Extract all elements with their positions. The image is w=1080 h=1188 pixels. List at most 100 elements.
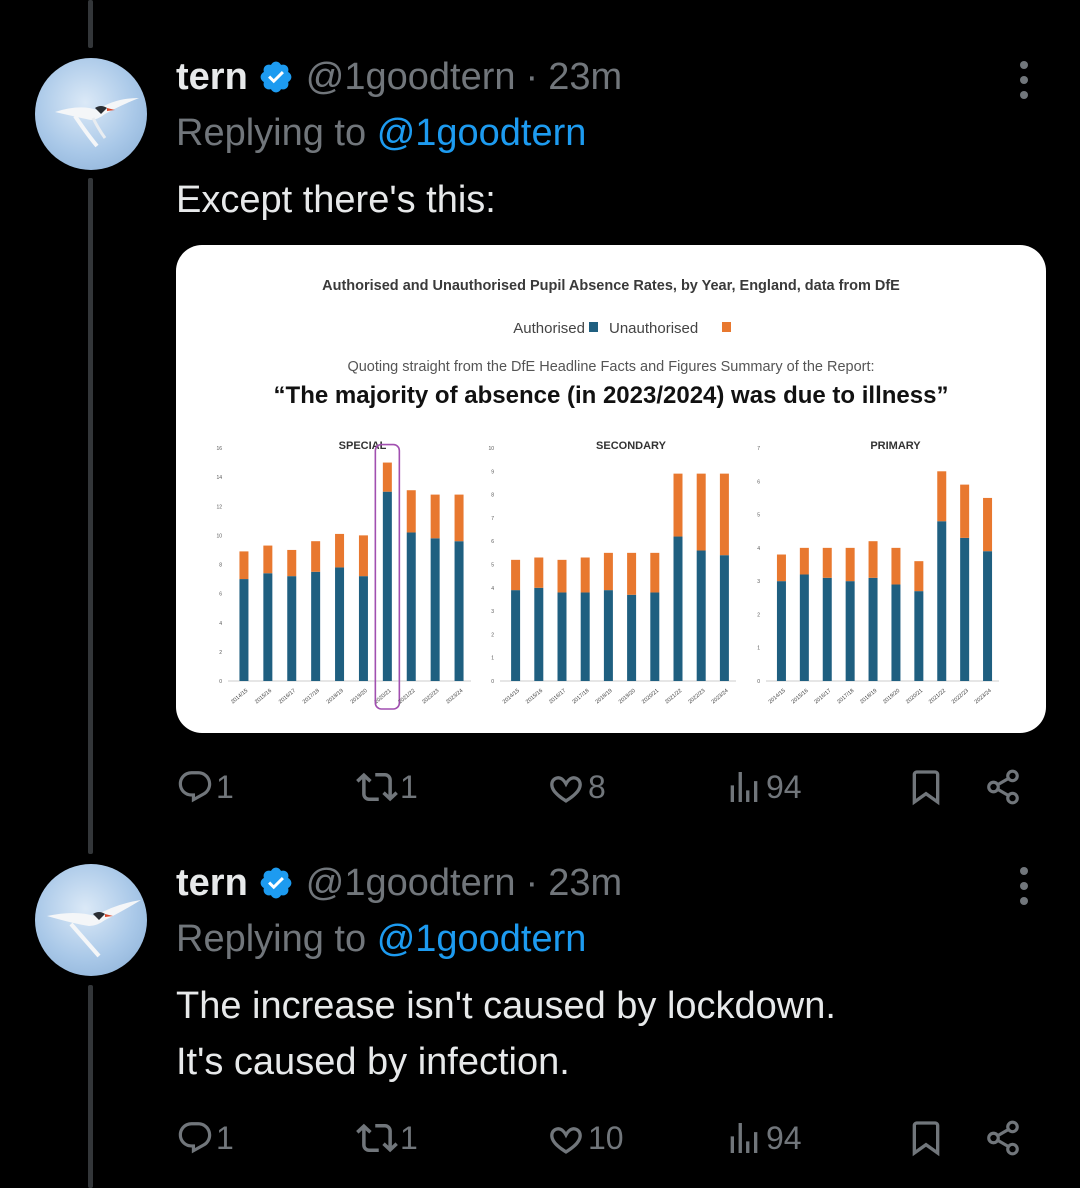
x-tick-label: 2015/16: [254, 688, 273, 705]
x-tick-label: 2015/16: [525, 688, 544, 705]
more-options-icon[interactable]: [1008, 864, 1040, 908]
bar-unauthorised: [822, 547, 832, 578]
bar-authorised: [454, 541, 464, 681]
tweet-header: tern @1goodtern · 23m: [176, 858, 622, 908]
views-button[interactable]: 94: [724, 1113, 802, 1163]
x-tick-label: 2017/18: [302, 688, 321, 705]
handle[interactable]: @1goodtern: [306, 862, 516, 905]
y-tick-label: 2: [219, 650, 222, 656]
x-tick-label: 2018/19: [326, 688, 345, 705]
avatar[interactable]: [35, 864, 147, 976]
thread-line-bottom: [88, 985, 93, 1188]
handle[interactable]: @1goodtern: [306, 56, 516, 99]
reply-button[interactable]: 1: [176, 1113, 234, 1163]
bar-unauthorised: [263, 545, 273, 574]
bar-authorised: [822, 577, 832, 681]
bar-unauthorised: [580, 557, 590, 593]
legend-authorised-swatch: [589, 322, 598, 332]
reply-button[interactable]: 1: [176, 762, 234, 812]
display-name[interactable]: tern: [176, 56, 248, 99]
bar-unauthorised: [534, 557, 544, 588]
replying-prefix: Replying to: [176, 918, 367, 960]
x-tick-label: 2017/18: [836, 688, 855, 705]
repost-count: 1: [400, 768, 418, 805]
bar-authorised: [263, 573, 273, 681]
share-button[interactable]: [984, 762, 1022, 812]
views-button[interactable]: 94: [724, 762, 802, 812]
bar-authorised: [627, 594, 637, 681]
bar-authorised: [287, 576, 297, 681]
x-tick-label: 2014/15: [502, 688, 521, 705]
y-tick-label: 8: [219, 563, 222, 569]
timestamp[interactable]: 23m: [548, 56, 622, 99]
x-tick-label: 2020/21: [641, 688, 660, 705]
more-options-icon[interactable]: [1008, 58, 1040, 102]
like-button[interactable]: 8: [546, 762, 606, 812]
display-name[interactable]: tern: [176, 862, 248, 905]
tweet-text-line: It's caused by infection.: [176, 1041, 570, 1083]
legend-unauthorised-label: Unauthorised: [609, 320, 698, 337]
bar-unauthorised: [454, 494, 464, 542]
repost-icon: [356, 772, 398, 802]
y-tick-label: 12: [216, 504, 222, 510]
x-tick-label: 2022/23: [951, 688, 970, 705]
y-tick-label: 0: [757, 679, 760, 685]
bookmark-icon: [912, 1121, 940, 1157]
timestamp[interactable]: 23m: [548, 862, 622, 905]
bar-authorised: [673, 536, 683, 681]
bar-unauthorised: [430, 494, 440, 539]
thread-line-top: [88, 0, 93, 48]
share-button[interactable]: [984, 1113, 1022, 1163]
y-tick-label: 0: [491, 679, 494, 685]
bar-unauthorised: [311, 541, 321, 572]
bar-authorised: [983, 551, 993, 681]
x-tick-label: 2016/17: [813, 688, 832, 705]
like-count: 8: [588, 768, 606, 805]
replying-prefix: Replying to: [176, 112, 367, 154]
mention-link[interactable]: @1goodtern: [377, 112, 587, 154]
bar-unauthorised: [799, 547, 809, 575]
y-tick-label: 8: [491, 493, 494, 499]
avatar[interactable]: [35, 58, 147, 170]
mention-link[interactable]: @1goodtern: [377, 918, 587, 960]
x-tick-label: 2016/17: [278, 688, 297, 705]
quote-intro: Quoting straight from the DfE Headline F…: [347, 359, 874, 375]
x-tick-label: 2015/16: [791, 688, 810, 705]
reply-icon: [178, 1122, 212, 1154]
bar-unauthorised: [650, 552, 660, 593]
bar-authorised: [511, 590, 521, 681]
media-image[interactable]: Authorised and Unauthorised Pupil Absenc…: [176, 245, 1046, 733]
repost-button[interactable]: 1: [356, 1113, 418, 1163]
like-count: 10: [588, 1119, 624, 1156]
y-tick-label: 4: [757, 546, 760, 552]
y-tick-label: 4: [491, 586, 494, 592]
bookmark-button[interactable]: [906, 762, 946, 812]
reply-count: 1: [216, 1119, 234, 1156]
tweet-text: Except there's this:: [176, 172, 1036, 228]
y-tick-label: 16: [216, 446, 222, 452]
x-tick-label: 2020/21: [374, 688, 393, 705]
bar-authorised: [358, 576, 368, 681]
quote-text: “The majority of absence (in 2023/2024) …: [274, 382, 949, 409]
x-tick-label: 2018/19: [595, 688, 614, 705]
y-tick-label: 6: [757, 479, 760, 485]
views-chart-icon: [730, 772, 758, 802]
bar-unauthorised: [673, 473, 683, 537]
x-tick-label: 2023/24: [445, 688, 464, 705]
x-tick-label: 2018/19: [859, 688, 878, 705]
bar-authorised: [239, 579, 249, 681]
heart-icon: [550, 776, 582, 803]
panel-title: SPECIAL: [339, 440, 387, 452]
like-button[interactable]: 10: [546, 1113, 624, 1163]
repost-button[interactable]: 1: [356, 762, 418, 812]
x-tick-label: 2023/24: [974, 688, 993, 705]
bar-unauthorised: [914, 561, 924, 592]
bar-authorised: [845, 581, 855, 681]
bar-authorised: [696, 550, 706, 681]
y-tick-label: 10: [488, 446, 494, 452]
bar-unauthorised: [983, 497, 993, 552]
bookmark-button[interactable]: [906, 1113, 946, 1163]
bar-authorised: [960, 537, 970, 681]
heart-icon: [550, 1127, 582, 1154]
bar-unauthorised: [335, 533, 345, 568]
